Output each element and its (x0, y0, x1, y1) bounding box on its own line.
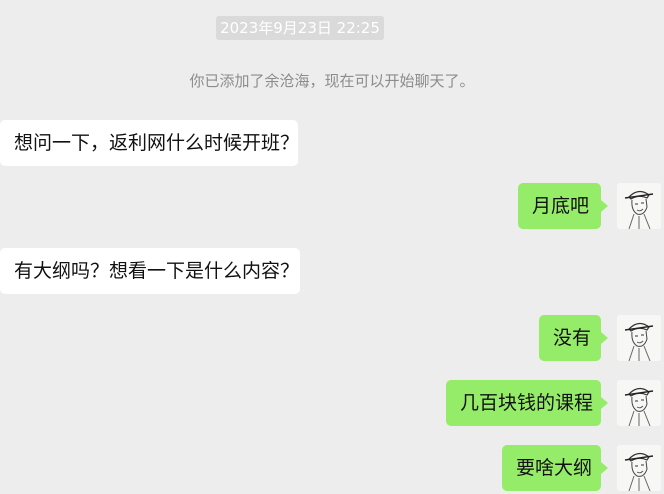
message-text: 月底吧 (532, 195, 590, 217)
sketch-portrait-avatar-icon[interactable] (617, 380, 661, 426)
sketch-portrait-avatar-icon[interactable] (617, 183, 661, 229)
sent-message-bubble[interactable]: 月底吧 (518, 183, 608, 229)
message-text: 几百块钱的课程 (460, 392, 594, 414)
message-timestamp: 2023年9月23日 22:25 (216, 16, 384, 40)
sketch-portrait-avatar-icon[interactable] (617, 445, 661, 491)
received-message-bubble[interactable]: 有大纲吗？想看一下是什么内容？ (0, 248, 300, 294)
message-text: 有大纲吗？想看一下是什么内容？ (14, 260, 300, 282)
sent-message-bubble[interactable]: 几百块钱的课程 (446, 380, 608, 426)
message-text: 没有 (553, 327, 592, 349)
sketch-portrait-avatar-icon[interactable] (617, 315, 661, 361)
message-text: 想问一下，返利网什么时候开班？ (14, 132, 300, 154)
sent-message-bubble[interactable]: 要啥大纲 (502, 445, 608, 491)
received-message-bubble[interactable]: 想问一下，返利网什么时候开班？ (0, 120, 300, 166)
system-message: 你已添加了余沧海，现在可以开始聊天了。 (189, 72, 475, 90)
message-text: 要啥大纲 (516, 457, 593, 479)
chat-window: 2023年9月23日 22:25 你已添加了余沧海，现在可以开始聊天了。 想问一… (0, 0, 664, 494)
sent-message-bubble[interactable]: 没有 (539, 315, 608, 361)
